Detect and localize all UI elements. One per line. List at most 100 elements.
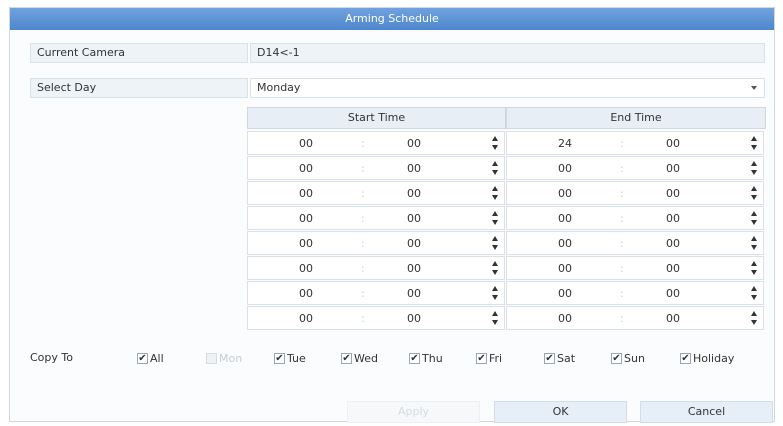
spin-up-icon[interactable] (492, 161, 498, 166)
start-hour[interactable]: 00 (296, 162, 316, 175)
spinner-icon[interactable] (492, 236, 500, 251)
spin-up-icon[interactable] (751, 286, 757, 291)
ok-button[interactable]: OK (494, 401, 627, 423)
checkbox-checked-icon[interactable]: ✔ (544, 352, 555, 364)
select-day-dropdown[interactable]: Monday (250, 78, 765, 98)
spinner-icon[interactable] (751, 186, 759, 201)
spinner-icon[interactable] (492, 311, 500, 326)
start-hour[interactable]: 00 (296, 137, 316, 150)
end-hour[interactable]: 00 (555, 212, 575, 225)
end-time-field[interactable]: 00: 00 (506, 156, 764, 180)
spin-up-icon[interactable] (492, 286, 498, 291)
spin-up-icon[interactable] (492, 261, 498, 266)
checkbox-checked-icon[interactable]: ✔ (680, 352, 691, 364)
start-hour[interactable]: 00 (296, 237, 316, 250)
spin-up-icon[interactable] (492, 311, 498, 316)
end-minute[interactable]: 00 (663, 212, 683, 225)
copy-to-checkbox-fri[interactable]: ✔ Fri (476, 351, 502, 365)
spin-up-icon[interactable] (751, 186, 757, 191)
start-time-field[interactable]: 00: 00 (247, 131, 505, 155)
spin-down-icon[interactable] (751, 245, 757, 250)
spin-down-icon[interactable] (751, 295, 757, 300)
checkbox-checked-icon[interactable]: ✔ (409, 352, 420, 364)
start-time-field[interactable]: 00: 00 (247, 256, 505, 280)
start-time-field[interactable]: 00: 00 (247, 156, 505, 180)
end-hour[interactable]: 00 (555, 187, 575, 200)
copy-to-checkbox-thu[interactable]: ✔ Thu (409, 351, 443, 365)
start-hour[interactable]: 00 (296, 212, 316, 225)
start-time-field[interactable]: 00: 00 (247, 306, 505, 330)
checkbox-checked-icon[interactable]: ✔ (137, 352, 148, 364)
spin-down-icon[interactable] (492, 245, 498, 250)
spin-up-icon[interactable] (751, 136, 757, 141)
start-hour[interactable]: 00 (296, 287, 316, 300)
spin-down-icon[interactable] (492, 220, 498, 225)
spinner-icon[interactable] (492, 161, 500, 176)
spin-up-icon[interactable] (751, 161, 757, 166)
chevron-down-icon[interactable] (751, 86, 757, 90)
spinner-icon[interactable] (751, 286, 759, 301)
spin-up-icon[interactable] (492, 211, 498, 216)
end-hour[interactable]: 00 (555, 262, 575, 275)
start-minute[interactable]: 00 (404, 137, 424, 150)
end-time-field[interactable]: 00: 00 (506, 256, 764, 280)
spin-up-icon[interactable] (492, 236, 498, 241)
start-minute[interactable]: 00 (404, 187, 424, 200)
spinner-icon[interactable] (751, 311, 759, 326)
copy-to-checkbox-tue[interactable]: ✔ Tue (274, 351, 306, 365)
start-time-field[interactable]: 00: 00 (247, 181, 505, 205)
spin-down-icon[interactable] (751, 220, 757, 225)
start-hour[interactable]: 00 (296, 187, 316, 200)
spin-down-icon[interactable] (492, 320, 498, 325)
end-time-field[interactable]: 00: 00 (506, 181, 764, 205)
copy-to-checkbox-sun[interactable]: ✔ Sun (611, 351, 645, 365)
cancel-button[interactable]: Cancel (640, 401, 773, 423)
apply-button[interactable]: Apply (347, 401, 480, 423)
spin-up-icon[interactable] (751, 261, 757, 266)
start-time-field[interactable]: 00: 00 (247, 281, 505, 305)
start-minute[interactable]: 00 (404, 212, 424, 225)
end-time-field[interactable]: 00: 00 (506, 206, 764, 230)
end-hour[interactable]: 00 (555, 237, 575, 250)
start-minute[interactable]: 00 (404, 262, 424, 275)
spinner-icon[interactable] (492, 286, 500, 301)
checkbox-checked-icon[interactable]: ✔ (274, 352, 285, 364)
end-minute[interactable]: 00 (663, 137, 683, 150)
checkbox-checked-icon[interactable]: ✔ (476, 352, 487, 364)
end-minute[interactable]: 00 (663, 237, 683, 250)
end-minute[interactable]: 00 (663, 312, 683, 325)
spinner-icon[interactable] (492, 186, 500, 201)
spinner-icon[interactable] (492, 136, 500, 151)
spin-down-icon[interactable] (492, 270, 498, 275)
start-hour[interactable]: 00 (296, 312, 316, 325)
spin-down-icon[interactable] (751, 170, 757, 175)
end-hour[interactable]: 00 (555, 287, 575, 300)
spin-down-icon[interactable] (751, 320, 757, 325)
copy-to-checkbox-holiday[interactable]: ✔ Holiday (680, 351, 734, 365)
start-minute[interactable]: 00 (404, 162, 424, 175)
spin-down-icon[interactable] (492, 145, 498, 150)
spin-up-icon[interactable] (492, 186, 498, 191)
end-minute[interactable]: 00 (663, 287, 683, 300)
end-minute[interactable]: 00 (663, 262, 683, 275)
spin-down-icon[interactable] (751, 145, 757, 150)
end-hour[interactable]: 00 (555, 312, 575, 325)
spinner-icon[interactable] (492, 211, 500, 226)
spin-down-icon[interactable] (492, 295, 498, 300)
spinner-icon[interactable] (751, 211, 759, 226)
spinner-icon[interactable] (751, 161, 759, 176)
start-minute[interactable]: 00 (404, 237, 424, 250)
start-hour[interactable]: 00 (296, 262, 316, 275)
spin-down-icon[interactable] (751, 195, 757, 200)
copy-to-checkbox-sat[interactable]: ✔ Sat (544, 351, 575, 365)
end-hour[interactable]: 00 (555, 162, 575, 175)
checkbox-checked-icon[interactable]: ✔ (611, 352, 622, 364)
start-time-field[interactable]: 00: 00 (247, 231, 505, 255)
start-minute[interactable]: 00 (404, 287, 424, 300)
spin-up-icon[interactable] (751, 211, 757, 216)
end-time-field[interactable]: 00: 00 (506, 281, 764, 305)
checkbox-checked-icon[interactable]: ✔ (341, 352, 352, 364)
spin-down-icon[interactable] (492, 170, 498, 175)
spinner-icon[interactable] (492, 261, 500, 276)
end-time-field[interactable]: 00: 00 (506, 306, 764, 330)
